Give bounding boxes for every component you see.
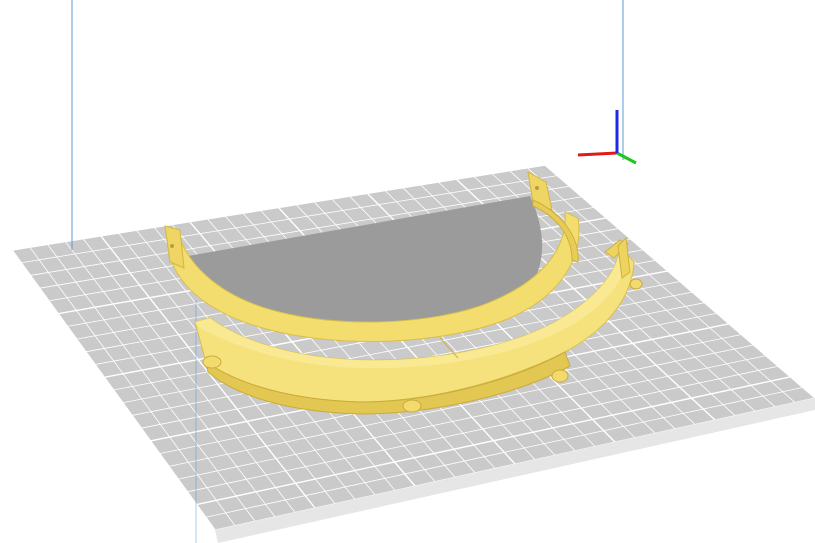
axis-x-icon <box>577 151 618 157</box>
model-peg-right <box>551 369 569 383</box>
model-peg-center <box>402 399 422 413</box>
model-peg-far-right <box>629 278 643 290</box>
3d-viewport[interactable] <box>0 0 815 543</box>
scene-canvas[interactable] <box>0 0 815 543</box>
model-peg-left <box>202 355 222 369</box>
model-hole-left <box>170 244 174 248</box>
axis-y-icon <box>616 151 637 165</box>
model-hole-right <box>535 186 539 190</box>
axis-gizmo <box>577 110 637 165</box>
